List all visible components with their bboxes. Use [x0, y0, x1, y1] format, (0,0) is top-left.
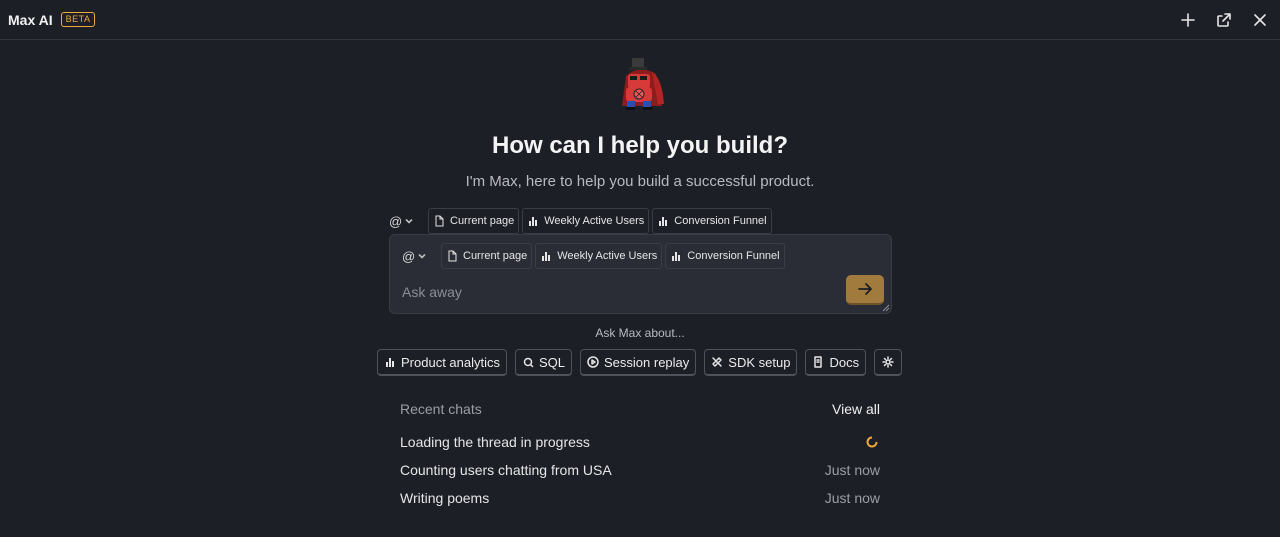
context-row-background: @ Current page Weekly Active Users Conve…: [389, 208, 772, 234]
suggestion-sql[interactable]: SQL: [515, 349, 573, 376]
chat-input[interactable]: [402, 281, 832, 303]
context-chip-weekly-active-users[interactable]: Weekly Active Users: [522, 208, 650, 234]
bar-chart-icon: [542, 252, 551, 261]
suggestions-settings-button[interactable]: [874, 349, 903, 376]
document-icon: [435, 215, 444, 227]
chip-label: Weekly Active Users: [557, 250, 658, 262]
recent-chats-list: Loading the thread in progress Counting …: [400, 428, 880, 512]
suggestion-label: SDK setup: [728, 354, 791, 370]
context-mention-trigger[interactable]: @: [389, 214, 425, 229]
open-in-new-icon: [1217, 13, 1231, 27]
close-icon: [1254, 14, 1266, 26]
plug-icon: [712, 357, 723, 367]
chat-title: Writing poems: [400, 490, 490, 506]
at-symbol: @: [389, 213, 403, 229]
chat-time: Just now: [824, 490, 880, 506]
chip-label: Current page: [463, 250, 528, 262]
chat-title: Loading the thread in progress: [400, 434, 590, 450]
list-item[interactable]: Writing poems Just now: [400, 484, 880, 512]
suggestion-label: Product analytics: [401, 354, 500, 370]
beta-badge: BETA: [60, 12, 96, 27]
context-row: @ Current page Weekly Active Users Conve…: [402, 243, 785, 269]
bar-chart-icon: [672, 252, 681, 261]
list-item[interactable]: Counting users chatting from USA Just no…: [400, 456, 880, 484]
database-icon: [523, 357, 534, 368]
new-chat-button[interactable]: [1176, 8, 1200, 32]
context-chip-conversion-funnel[interactable]: Conversion Funnel: [665, 243, 785, 269]
suggestion-label: Docs: [829, 354, 860, 370]
context-chip-current-page[interactable]: Current page: [428, 208, 520, 234]
context-chip-current-page[interactable]: Current page: [441, 243, 533, 269]
document-icon: [448, 250, 457, 262]
send-button[interactable]: [846, 275, 884, 305]
plus-icon: [1181, 13, 1195, 27]
header-actions: [1176, 8, 1272, 32]
open-in-new-button[interactable]: [1212, 8, 1236, 32]
chevron-down-icon: [405, 218, 413, 224]
chip-label: Conversion Funnel: [687, 250, 780, 262]
app-title: Max AI: [8, 11, 53, 28]
chip-label: Current page: [450, 215, 515, 227]
suggestion-buttons: Product analytics SQL Session replay SDK…: [377, 349, 903, 376]
max-hedgehog-mascot: [622, 58, 664, 110]
suggestion-docs[interactable]: Docs: [805, 349, 867, 376]
recent-chats-header: Recent chats View all: [400, 398, 880, 420]
chevron-down-icon: [418, 253, 426, 259]
bar-chart-icon: [386, 358, 394, 367]
hero-heading: How can I help you build?: [491, 132, 788, 159]
arrow-right-icon: [858, 283, 872, 295]
recent-chats: Recent chats View all Loading the thread…: [400, 398, 880, 512]
suggestion-sdk-setup[interactable]: SDK setup: [704, 349, 798, 376]
at-symbol: @: [402, 248, 416, 264]
view-all-link[interactable]: View all: [832, 401, 880, 417]
bar-chart-icon: [659, 217, 668, 226]
suggestion-product-analytics[interactable]: Product analytics: [377, 349, 507, 376]
suggestion-label: Session replay: [604, 354, 690, 370]
loading-spinner-icon: [866, 436, 878, 448]
chip-label: Conversion Funnel: [674, 215, 767, 227]
chat-time: Just now: [824, 462, 880, 478]
recent-chats-title: Recent chats: [400, 401, 482, 417]
bar-chart-icon: [529, 217, 538, 226]
suggestion-session-replay[interactable]: Session replay: [580, 349, 697, 376]
chip-label: Weekly Active Users: [544, 215, 645, 227]
book-icon: [814, 356, 823, 368]
resize-grip-icon[interactable]: [882, 304, 890, 312]
hero-subheading: I'm Max, here to help you build a succes…: [465, 173, 815, 190]
context-chip-conversion-funnel[interactable]: Conversion Funnel: [652, 208, 772, 234]
list-item[interactable]: Loading the thread in progress: [400, 428, 880, 456]
context-mention-trigger[interactable]: @: [402, 249, 438, 264]
gear-icon: [882, 356, 894, 368]
chat-title: Counting users chatting from USA: [400, 462, 612, 478]
suggestions-heading: Ask Max about...: [595, 326, 685, 340]
play-icon: [587, 356, 599, 368]
suggestion-label: SQL: [539, 354, 566, 370]
context-chip-weekly-active-users[interactable]: Weekly Active Users: [535, 243, 663, 269]
max-ai-header: Max AI BETA: [0, 0, 1280, 40]
close-button[interactable]: [1248, 8, 1272, 32]
